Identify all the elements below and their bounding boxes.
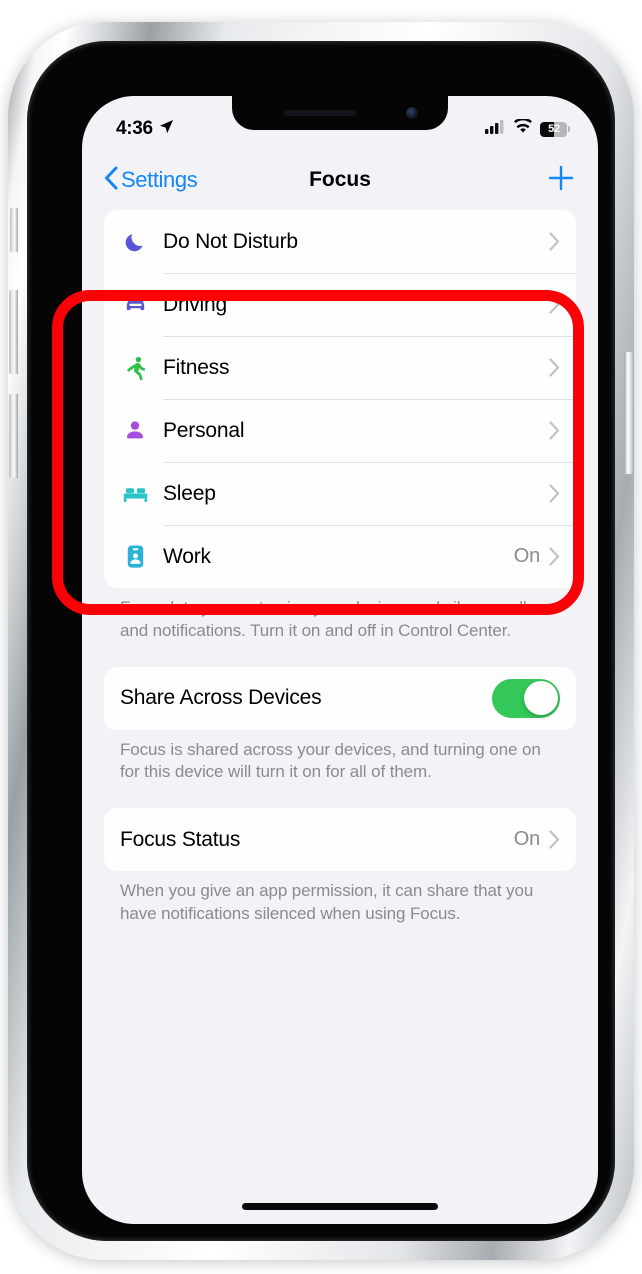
focus-status-row[interactable]: Focus Status On: [104, 808, 576, 871]
share-across-devices-toggle[interactable]: [492, 678, 560, 718]
back-button-label: Settings: [121, 167, 198, 192]
side-power-button[interactable]: [624, 352, 633, 474]
battery-body: 52: [540, 121, 568, 137]
bed-icon: [120, 479, 150, 509]
iphone-device-frame: 4:36 52 Settings Focus Do Not Disturb Dr…: [8, 22, 634, 1260]
focus-modes-card: Do Not Disturb Driving Fitness Personal …: [104, 210, 576, 588]
battery-tip: [568, 126, 570, 132]
plus-icon: [546, 163, 576, 198]
focus-row-do-not-disturb[interactable]: Do Not Disturb: [104, 210, 576, 273]
wifi-icon: [513, 117, 533, 139]
focus-footer-text: Focus lets you customize your devices an…: [120, 598, 535, 640]
chevron-right-icon: [549, 421, 560, 440]
add-focus-button[interactable]: [546, 163, 576, 198]
volume-down-button[interactable]: [9, 394, 18, 478]
id-badge-icon: [120, 542, 150, 572]
home-indicator[interactable]: [242, 1203, 438, 1210]
running-icon: [120, 353, 150, 383]
back-button[interactable]: Settings: [104, 166, 198, 195]
chevron-right-icon: [549, 295, 560, 314]
chevron-left-icon: [104, 166, 118, 195]
cellular-bars-icon: [485, 119, 506, 139]
focus-row-personal[interactable]: Personal: [104, 399, 576, 462]
navigation-bar: Settings Focus: [82, 150, 598, 210]
location-arrow-icon: [159, 119, 174, 139]
person-icon: [120, 416, 150, 446]
phone-screen: 4:36 52 Settings Focus Do Not Disturb Dr…: [82, 96, 598, 1224]
volume-up-button[interactable]: [9, 290, 18, 374]
chevron-right-icon: [549, 547, 560, 566]
focus-row-label: Driving: [163, 292, 227, 316]
status-time: 4:36: [116, 118, 153, 139]
chevron-right-icon: [549, 358, 560, 377]
share-across-devices-card: Share Across Devices: [104, 666, 576, 730]
earpiece-speaker-icon: [284, 110, 356, 116]
car-icon: [120, 290, 150, 320]
settings-scroll-content[interactable]: Do Not Disturb Driving Fitness Personal …: [82, 210, 598, 1224]
focus-row-sleep[interactable]: Sleep: [104, 462, 576, 525]
battery-icon: 52: [540, 121, 570, 137]
front-camera-icon: [406, 107, 418, 119]
focus-row-driving[interactable]: Driving: [104, 273, 576, 336]
status-bar-right: 52: [485, 117, 570, 139]
display-notch: [232, 96, 448, 130]
focus-row-label: Fitness: [163, 355, 230, 379]
share-across-devices-row[interactable]: Share Across Devices: [104, 667, 576, 730]
status-bar-left: 4:36: [116, 118, 174, 140]
chevron-right-icon: [549, 830, 560, 849]
focus-row-label: Do Not Disturb: [163, 229, 298, 253]
device-bezel: 4:36 52 Settings Focus Do Not Disturb Dr…: [27, 41, 615, 1241]
share-footer-text: Focus is shared across your devices, and…: [120, 739, 541, 782]
focus-row-label: Sleep: [163, 481, 216, 505]
focus-row-value: On: [513, 545, 540, 567]
focus-row-label: Work: [163, 544, 211, 568]
focus-row-work[interactable]: Work On: [104, 525, 576, 588]
focus-row-fitness[interactable]: Fitness: [104, 336, 576, 399]
focus-status-footer-text: When you give an app permission, it can …: [120, 881, 534, 923]
focus-status-label: Focus Status: [120, 827, 241, 851]
chevron-right-icon: [549, 484, 560, 503]
mute-switch-button[interactable]: [10, 208, 18, 252]
chevron-right-icon: [549, 232, 560, 251]
battery-percent-label: 52: [548, 123, 560, 135]
toggle-knob: [523, 681, 558, 716]
share-across-devices-label: Share Across Devices: [120, 686, 322, 710]
focus-status-card: Focus Status On: [104, 808, 576, 872]
section-gap-2: [104, 784, 576, 808]
focus-row-label: Personal: [163, 418, 245, 442]
moon-icon: [120, 227, 150, 257]
focus-status-value: On: [513, 828, 540, 851]
